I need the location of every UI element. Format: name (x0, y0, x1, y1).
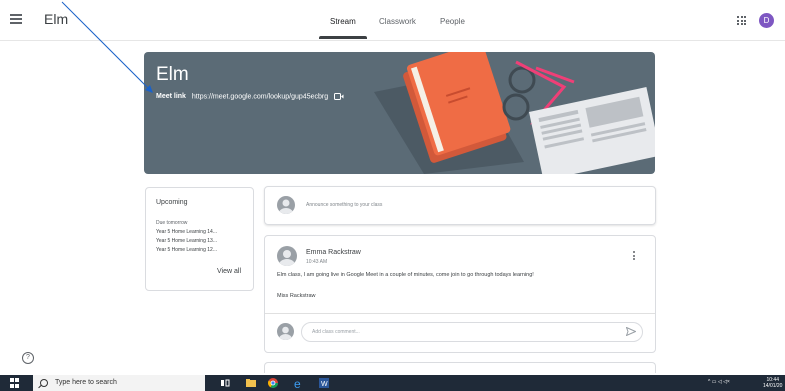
class-comment-input[interactable]: Add class comment... (301, 322, 643, 342)
stream-post: Emma Rackstraw 10:43 AM Elm class, I am … (264, 235, 656, 353)
upcoming-item[interactable]: Year 5 Home Learning 14... (156, 229, 217, 235)
windows-taskbar: Type here to search e W ^ ▭ ◁ ◁× 10:44 1… (0, 375, 785, 391)
taskbar-search-placeholder: Type here to search (55, 379, 117, 386)
search-icon (40, 379, 48, 387)
tab-classwork[interactable]: Classwork (379, 17, 416, 26)
send-icon[interactable] (626, 327, 636, 336)
next-post-card (264, 362, 656, 373)
meet-link-row: Meet link https://meet.google.com/lookup… (156, 93, 344, 100)
taskbar-clock[interactable]: 10:44 14/01/20 (763, 377, 782, 389)
comment-placeholder: Add class comment... (312, 329, 360, 335)
tab-stream[interactable]: Stream (330, 17, 356, 26)
class-name-title[interactable]: Elm (44, 11, 68, 27)
system-tray-icons[interactable]: ^ ▭ ◁ ◁× (708, 379, 730, 385)
active-tab-indicator (319, 36, 367, 39)
post-author: Emma Rackstraw (306, 249, 361, 256)
svg-text:W: W (321, 381, 328, 388)
top-app-bar: Elm Stream Classwork People D (0, 0, 785, 41)
help-icon[interactable]: ? (22, 352, 34, 364)
announce-placeholder[interactable]: Announce something to your class (306, 202, 382, 208)
chrome-icon[interactable] (268, 378, 278, 388)
view-all-link[interactable]: View all (217, 268, 241, 275)
meet-link-url[interactable]: https://meet.google.com/lookup/gup45ecbr… (192, 93, 328, 100)
file-explorer-icon[interactable] (246, 378, 256, 388)
upcoming-panel: Upcoming Due tomorrow Year 5 Home Learni… (145, 187, 254, 291)
hamburger-menu-icon[interactable] (10, 14, 22, 24)
clock-date: 14/01/20 (763, 383, 783, 389)
video-camera-icon[interactable] (334, 93, 344, 100)
post-body: Elm class, I am going live in Google Mee… (277, 272, 534, 278)
meet-link-label: Meet link (156, 93, 186, 101)
edge-icon[interactable]: e (294, 378, 304, 388)
windows-start-icon[interactable] (10, 378, 20, 388)
due-tomorrow-label: Due tomorrow (156, 220, 188, 226)
commenter-avatar (277, 323, 294, 340)
upcoming-item[interactable]: Year 5 Home Learning 12... (156, 247, 217, 253)
word-icon[interactable]: W (319, 378, 329, 388)
apps-grid-icon[interactable] (737, 16, 746, 25)
upcoming-title: Upcoming (156, 199, 188, 206)
tab-people[interactable]: People (440, 17, 465, 26)
announce-box[interactable]: Announce something to your class (264, 186, 656, 225)
banner-illustration (374, 52, 655, 174)
account-avatar[interactable]: D (759, 13, 774, 28)
upcoming-item[interactable]: Year 5 Home Learning 13... (156, 238, 217, 244)
task-view-icon[interactable] (220, 378, 230, 388)
post-divider (265, 313, 655, 314)
more-options-icon[interactable] (633, 251, 636, 262)
user-avatar (277, 196, 295, 214)
svg-text:e: e (294, 378, 301, 388)
post-timestamp: 10:43 AM (306, 259, 328, 265)
post-signature: Miss Rackstraw (277, 293, 316, 299)
author-avatar (277, 246, 297, 266)
banner-class-title: Elm (156, 64, 189, 85)
class-banner: Elm Meet link https://meet.google.com/lo… (144, 52, 655, 174)
taskbar-search-box[interactable]: Type here to search (33, 375, 205, 391)
